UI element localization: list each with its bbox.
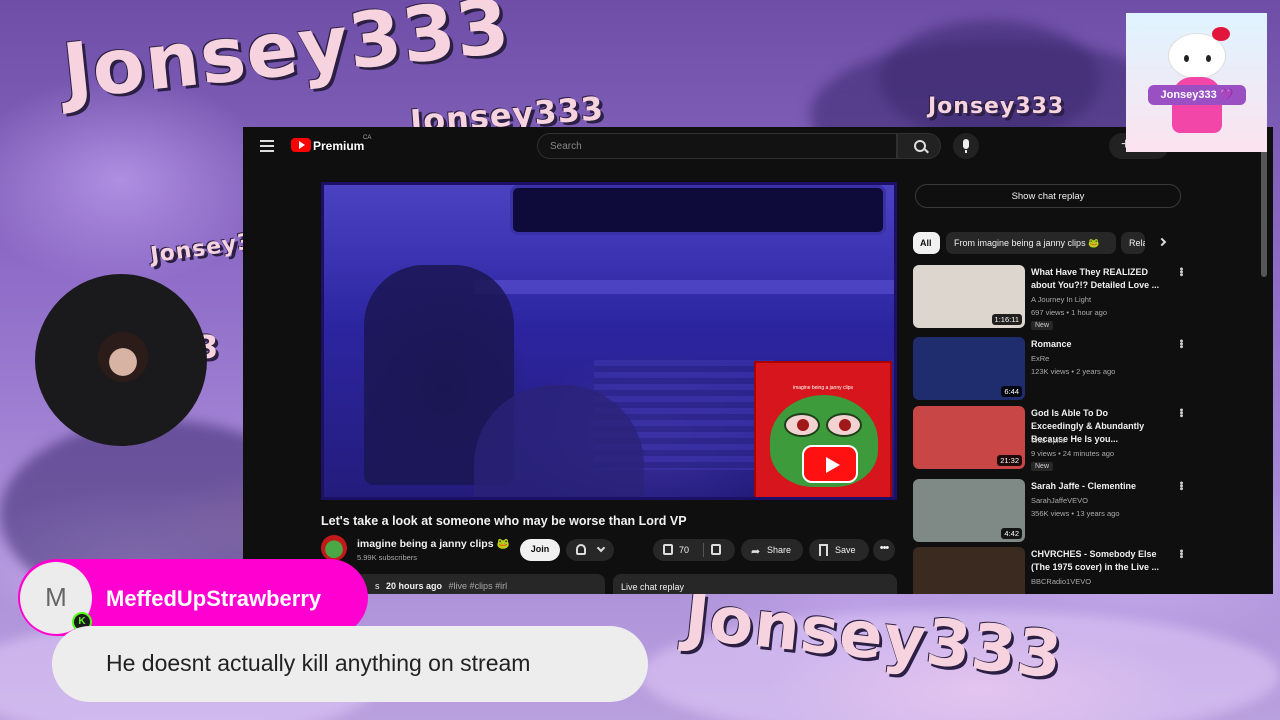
search-input[interactable]: Search bbox=[537, 133, 897, 159]
chevron-down-icon bbox=[596, 543, 606, 553]
duration-badge: 1:16:11 bbox=[991, 314, 1022, 325]
channel-avatar[interactable] bbox=[321, 535, 347, 561]
thumbs-down-icon[interactable] bbox=[711, 544, 721, 555]
divider bbox=[703, 543, 704, 557]
more-actions-button[interactable]: ••• bbox=[873, 539, 895, 561]
scrollbar[interactable] bbox=[1261, 137, 1267, 277]
frog-face-icon bbox=[770, 395, 878, 487]
recommendation-channel[interactable]: ExRe bbox=[1031, 354, 1049, 363]
new-badge: New bbox=[1031, 321, 1054, 330]
chevron-right-icon[interactable] bbox=[1157, 237, 1167, 247]
youtube-logo-icon[interactable] bbox=[291, 138, 311, 152]
share-label: Share bbox=[767, 545, 792, 555]
recommendation-item[interactable]: 6:44 Romance ExRe 123K views • 2 years ago •… bbox=[913, 337, 1187, 401]
video-scene-window bbox=[510, 185, 886, 235]
duration-badge: 4:42 bbox=[1001, 528, 1022, 539]
chat-username: MeffedUpStrawberry bbox=[106, 586, 322, 611]
play-icon[interactable] bbox=[802, 445, 858, 483]
bookmark-icon bbox=[819, 544, 828, 556]
more-options-icon[interactable]: ••• bbox=[1175, 408, 1187, 417]
thumbs-up-icon bbox=[663, 544, 673, 555]
video-channel-thumbnail: imagine being a janny clips bbox=[754, 361, 892, 497]
recommendation-thumbnail[interactable]: 21:32 bbox=[913, 406, 1025, 469]
recommendation-thumbnail[interactable]: 1:16:11 bbox=[913, 265, 1025, 328]
notification-button[interactable] bbox=[566, 539, 614, 561]
eye-icon bbox=[826, 413, 862, 437]
eye-icon bbox=[1206, 55, 1211, 62]
webcam-circle bbox=[35, 274, 207, 446]
youtube-header: Premium CA Search + bbox=[243, 127, 1273, 167]
chat-message: He doesnt actually kill anything on stre… bbox=[52, 626, 648, 702]
description-partial: s bbox=[375, 581, 380, 591]
chip-channel[interactable]: From imagine being a janny clips 🐸 bbox=[946, 232, 1116, 254]
save-label: Save bbox=[835, 545, 856, 555]
recommendation-channel[interactable]: Wild Spirit bbox=[1031, 436, 1065, 445]
recommendation-item[interactable]: CHVRCHES - Somebody Else (The 1975 cover… bbox=[913, 547, 1187, 594]
video-title: Let's take a look at someone who may be … bbox=[321, 514, 687, 528]
recommendation-title[interactable]: CHVRCHES - Somebody Else (The 1975 cover… bbox=[1031, 548, 1163, 574]
more-options-icon[interactable]: ••• bbox=[1175, 267, 1187, 276]
save-button[interactable]: Save bbox=[809, 539, 869, 561]
recommendation-title[interactable]: Romance bbox=[1031, 338, 1163, 351]
duration-badge: 21:32 bbox=[997, 455, 1022, 466]
watermark-top-right: Jonsey333 bbox=[928, 94, 1065, 119]
new-badge: New bbox=[1031, 462, 1054, 471]
video-player[interactable]: imagine being a janny clips bbox=[321, 182, 897, 500]
avatar bbox=[98, 332, 148, 382]
youtube-window: Premium CA Search + imagine being a jann… bbox=[243, 127, 1273, 594]
more-options-icon[interactable]: ••• bbox=[1175, 549, 1187, 558]
video-scene-bar bbox=[474, 280, 894, 294]
recommendation-meta: 697 views • 1 hour ago bbox=[1031, 308, 1108, 317]
recommendation-item[interactable]: 1:16:11 What Have They REALIZED about You… bbox=[913, 265, 1187, 330]
like-count: 70 bbox=[679, 545, 690, 555]
menu-icon[interactable] bbox=[260, 140, 274, 152]
show-chat-replay-button[interactable]: Show chat replay bbox=[915, 184, 1181, 208]
recommendation-channel[interactable]: A Journey In Light bbox=[1031, 295, 1091, 304]
recommendation-channel[interactable]: SarahJaffeVEVO bbox=[1031, 496, 1088, 505]
description-time: 20 hours ago bbox=[386, 581, 443, 591]
thumbnail-caption: imagine being a janny clips bbox=[792, 385, 854, 391]
watermark-top-left: Jonsey333 bbox=[58, 0, 514, 117]
mic-icon[interactable] bbox=[953, 133, 979, 159]
recommendation-title[interactable]: Sarah Jaffe - Clementine bbox=[1031, 480, 1163, 493]
recommendation-meta: 356K views • 13 years ago bbox=[1031, 509, 1120, 518]
join-button[interactable]: Join bbox=[520, 539, 560, 561]
like-button[interactable]: 70 bbox=[653, 539, 735, 561]
subscriber-count: 5.99K subscribers bbox=[357, 553, 418, 562]
recommendation-thumbnail[interactable]: 6:44 bbox=[913, 337, 1025, 400]
channel-name[interactable]: imagine being a janny clips 🐸 bbox=[357, 537, 510, 550]
recommendation-channel[interactable]: BBCRadio1VEVO bbox=[1031, 577, 1091, 586]
more-options-icon[interactable]: ••• bbox=[1175, 339, 1187, 348]
bow-icon bbox=[1212, 27, 1230, 41]
recommendation-item[interactable]: 4:42 Sarah Jaffe - Clementine SarahJaffeVE… bbox=[913, 479, 1187, 543]
recommendation-meta: 9 views • 24 minutes ago bbox=[1031, 449, 1115, 458]
duration-badge: 6:44 bbox=[1001, 386, 1022, 397]
recommendation-thumbnail[interactable]: 4:42 bbox=[913, 479, 1025, 542]
recommendation-thumbnail[interactable] bbox=[913, 547, 1025, 594]
brand-label[interactable]: Premium bbox=[313, 139, 364, 153]
badge-name: Jonsey333 💜 bbox=[1148, 85, 1246, 105]
recommendation-item[interactable]: 21:32 God Is Able To Do Exceedingly & Abu… bbox=[913, 406, 1187, 471]
more-options-icon[interactable]: ••• bbox=[1175, 481, 1187, 490]
recommendation-meta: 123K views • 2 years ago bbox=[1031, 367, 1116, 376]
search-icon[interactable] bbox=[897, 133, 941, 159]
region-label: CA bbox=[363, 135, 372, 141]
hello-kitty-badge: Jonsey333 💜 bbox=[1126, 13, 1267, 152]
description-tags: #live #clips #irl bbox=[448, 581, 508, 591]
eye-icon bbox=[784, 413, 820, 437]
share-icon: ➦ bbox=[751, 546, 761, 558]
bell-icon bbox=[576, 544, 586, 555]
chip-related[interactable]: Rela bbox=[1121, 232, 1145, 254]
recommendation-title[interactable]: What Have They REALIZED about You?!? Det… bbox=[1031, 266, 1163, 292]
share-button[interactable]: ➦ Share bbox=[741, 539, 803, 561]
cloud bbox=[880, 20, 1100, 140]
live-chat-replay-bar[interactable]: Live chat replay bbox=[613, 574, 897, 594]
eye-icon bbox=[1184, 55, 1189, 62]
chip-all[interactable]: All bbox=[913, 232, 940, 254]
